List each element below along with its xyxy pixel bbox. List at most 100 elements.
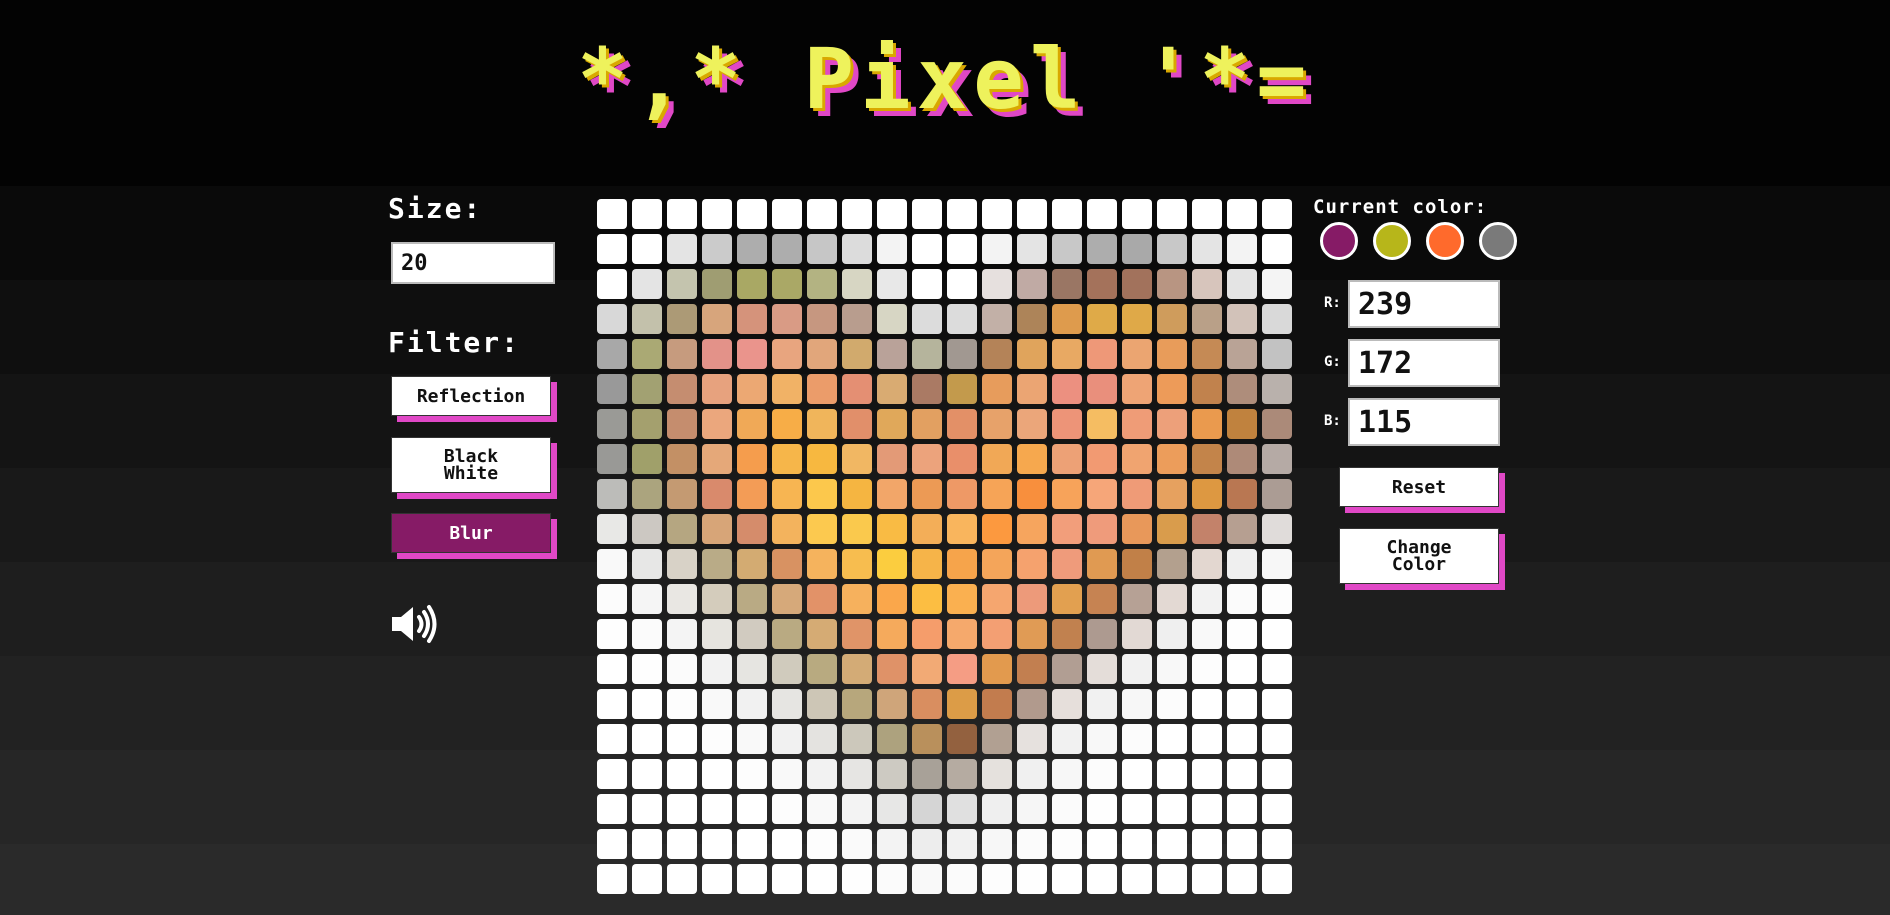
pixel-cell[interactable] [597, 374, 627, 404]
pixel-cell[interactable] [947, 619, 977, 649]
pixel-cell[interactable] [1017, 339, 1047, 369]
pixel-cell[interactable] [1122, 584, 1152, 614]
pixel-cell[interactable] [667, 829, 697, 859]
pixel-cell[interactable] [1262, 269, 1292, 299]
pixel-cell[interactable] [1192, 339, 1222, 369]
pixel-cell[interactable] [1087, 479, 1117, 509]
pixel-cell[interactable] [1157, 409, 1187, 439]
pixel-cell[interactable] [912, 234, 942, 264]
pixel-cell[interactable] [737, 584, 767, 614]
pixel-cell[interactable] [982, 269, 1012, 299]
pixel-cell[interactable] [772, 864, 802, 894]
pixel-cell[interactable] [842, 479, 872, 509]
pixel-cell[interactable] [1157, 374, 1187, 404]
pixel-cell[interactable] [1017, 759, 1047, 789]
pixel-cell[interactable] [1122, 689, 1152, 719]
pixel-cell[interactable] [807, 269, 837, 299]
pixel-cell[interactable] [702, 724, 732, 754]
pixel-cell[interactable] [667, 794, 697, 824]
pixel-cell[interactable] [772, 339, 802, 369]
pixel-cell[interactable] [807, 479, 837, 509]
pixel-cell[interactable] [807, 374, 837, 404]
pixel-cell[interactable] [632, 759, 662, 789]
pixel-cell[interactable] [632, 584, 662, 614]
pixel-cell[interactable] [1262, 304, 1292, 334]
pixel-cell[interactable] [597, 584, 627, 614]
pixel-cell[interactable] [597, 829, 627, 859]
pixel-cell[interactable] [1087, 304, 1117, 334]
pixel-cell[interactable] [1157, 829, 1187, 859]
pixel-cell[interactable] [1157, 479, 1187, 509]
pixel-cell[interactable] [982, 479, 1012, 509]
pixel-cell[interactable] [1087, 409, 1117, 439]
pixel-cell[interactable] [702, 514, 732, 544]
pixel-cell[interactable] [702, 444, 732, 474]
pixel-cell[interactable] [1157, 759, 1187, 789]
pixel-cell[interactable] [1227, 794, 1257, 824]
pixel-cell[interactable] [632, 794, 662, 824]
pixel-cell[interactable] [1192, 689, 1222, 719]
pixel-cell[interactable] [842, 619, 872, 649]
pixel-cell[interactable] [1227, 689, 1257, 719]
pixel-cell[interactable] [877, 619, 907, 649]
pixel-cell[interactable] [1192, 829, 1222, 859]
pixel-cell[interactable] [1192, 759, 1222, 789]
pixel-cell[interactable] [1192, 269, 1222, 299]
pixel-cell[interactable] [667, 654, 697, 684]
pixel-cell[interactable] [772, 199, 802, 229]
pixel-cell[interactable] [702, 304, 732, 334]
pixel-cell[interactable] [982, 654, 1012, 684]
pixel-cell[interactable] [912, 479, 942, 509]
pixel-cell[interactable] [1122, 864, 1152, 894]
pixel-cell[interactable] [912, 304, 942, 334]
pixel-cell[interactable] [912, 514, 942, 544]
pixel-cell[interactable] [877, 304, 907, 334]
pixel-cell[interactable] [667, 374, 697, 404]
pixel-cell[interactable] [1157, 689, 1187, 719]
pixel-cell[interactable] [1087, 654, 1117, 684]
pixel-cell[interactable] [1192, 724, 1222, 754]
pixel-cell[interactable] [597, 724, 627, 754]
pixel-cell[interactable] [597, 269, 627, 299]
pixel-cell[interactable] [842, 199, 872, 229]
pixel-cell[interactable] [667, 409, 697, 439]
pixel-cell[interactable] [1052, 479, 1082, 509]
pixel-cell[interactable] [1157, 654, 1187, 684]
size-input[interactable]: 20 [391, 242, 555, 284]
pixel-grid[interactable] [597, 199, 1292, 894]
pixel-cell[interactable] [1192, 619, 1222, 649]
pixel-cell[interactable] [667, 479, 697, 509]
pixel-cell[interactable] [912, 199, 942, 229]
pixel-cell[interactable] [597, 444, 627, 474]
pixel-cell[interactable] [1087, 864, 1117, 894]
pixel-cell[interactable] [912, 444, 942, 474]
pixel-cell[interactable] [702, 619, 732, 649]
pixel-cell[interactable] [947, 409, 977, 439]
pixel-cell[interactable] [1192, 374, 1222, 404]
color-swatch-olive[interactable] [1373, 222, 1411, 260]
pixel-cell[interactable] [597, 514, 627, 544]
pixel-cell[interactable] [632, 654, 662, 684]
pixel-cell[interactable] [807, 444, 837, 474]
pixel-cell[interactable] [1192, 794, 1222, 824]
pixel-cell[interactable] [737, 374, 767, 404]
pixel-cell[interactable] [877, 374, 907, 404]
pixel-cell[interactable] [702, 794, 732, 824]
pixel-cell[interactable] [1052, 619, 1082, 649]
pixel-cell[interactable] [667, 759, 697, 789]
pixel-cell[interactable] [1052, 374, 1082, 404]
pixel-cell[interactable] [597, 339, 627, 369]
pixel-cell[interactable] [1052, 339, 1082, 369]
pixel-cell[interactable] [772, 304, 802, 334]
pixel-cell[interactable] [1227, 654, 1257, 684]
pixel-cell[interactable] [632, 339, 662, 369]
pixel-cell[interactable] [1052, 689, 1082, 719]
pixel-cell[interactable] [1262, 409, 1292, 439]
pixel-cell[interactable] [1227, 864, 1257, 894]
pixel-cell[interactable] [1227, 619, 1257, 649]
pixel-cell[interactable] [1052, 199, 1082, 229]
pixel-cell[interactable] [982, 724, 1012, 754]
pixel-cell[interactable] [1122, 409, 1152, 439]
pixel-cell[interactable] [842, 794, 872, 824]
pixel-cell[interactable] [982, 549, 1012, 579]
